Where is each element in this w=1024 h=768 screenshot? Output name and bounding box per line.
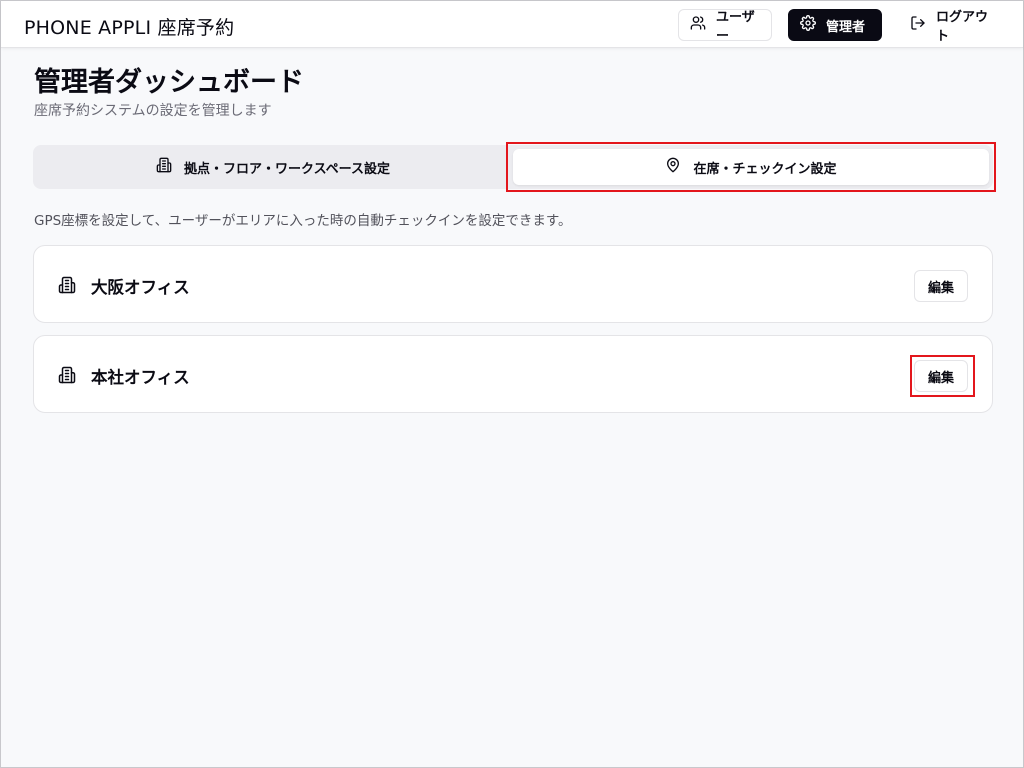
edit-button[interactable]: 編集 bbox=[914, 360, 968, 392]
top-header: PHONE APPLI 座席予約 ユーザー 管理者 ログアウト bbox=[1, 1, 1023, 48]
building-icon bbox=[58, 366, 76, 384]
office-card-headquarters: 本社オフィス 編集 bbox=[33, 335, 993, 413]
page-subtitle: 座席予約システムの設定を管理します bbox=[34, 103, 272, 119]
app-window: PHONE APPLI 座席予約 ユーザー 管理者 ログアウト 管理者ダッシュボ… bbox=[0, 0, 1024, 768]
logout-icon bbox=[910, 15, 926, 35]
gear-icon bbox=[800, 15, 816, 35]
logout-button-label: ログアウト bbox=[936, 10, 989, 44]
office-name: 大阪オフィス bbox=[91, 278, 190, 297]
office-name: 本社オフィス bbox=[91, 368, 190, 387]
settings-tabs: 拠点・フロア・ワークスペース設定 在席・チェックイン設定 bbox=[33, 145, 993, 189]
logout-button[interactable]: ログアウト bbox=[898, 9, 1002, 44]
users-icon bbox=[690, 15, 706, 35]
gps-description: GPS座標を設定して、ユーザーがエリアに入った時の自動チェックインを設定できます… bbox=[34, 213, 572, 229]
edit-button[interactable]: 編集 bbox=[914, 270, 968, 302]
admin-button[interactable]: 管理者 bbox=[788, 9, 882, 41]
app-title: PHONE APPLI 座席予約 bbox=[24, 17, 235, 39]
tab-label: 在席・チェックイン設定 bbox=[693, 161, 837, 177]
tab-presence-checkin[interactable]: 在席・チェックイン設定 bbox=[513, 149, 989, 185]
admin-button-label: 管理者 bbox=[826, 19, 866, 35]
building-icon bbox=[58, 276, 76, 294]
building-icon bbox=[156, 157, 172, 177]
tab-label: 拠点・フロア・ワークスペース設定 bbox=[183, 161, 391, 177]
users-button-label: ユーザー bbox=[716, 10, 755, 44]
office-card-osaka: 大阪オフィス 編集 bbox=[33, 245, 993, 323]
tab-location-floor-workspace[interactable]: 拠点・フロア・ワークスペース設定 bbox=[37, 149, 509, 185]
map-pin-icon bbox=[665, 157, 681, 177]
page-title: 管理者ダッシュボード bbox=[34, 67, 304, 98]
users-button[interactable]: ユーザー bbox=[678, 9, 772, 44]
